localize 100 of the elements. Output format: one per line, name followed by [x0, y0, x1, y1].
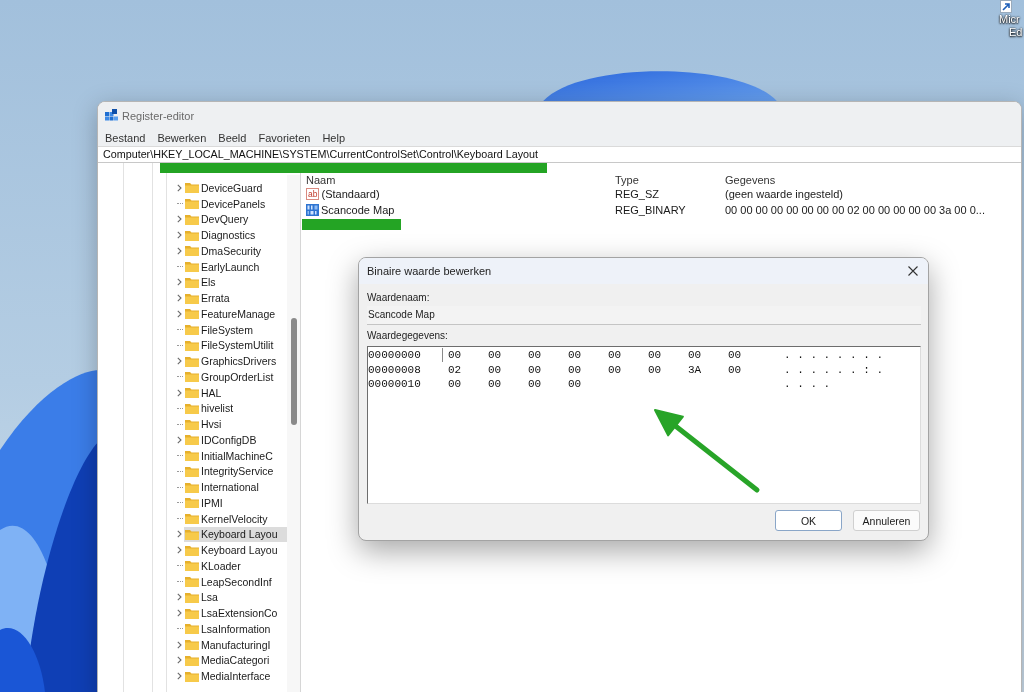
chevron-icon[interactable] [177, 294, 182, 303]
hex-byte: 00 [488, 349, 502, 362]
folder-icon [185, 591, 199, 603]
binary-type-icon [306, 204, 319, 216]
hex-byte: 00 [728, 349, 742, 362]
folder-icon [185, 497, 199, 509]
hex-byte: 00 [568, 349, 582, 362]
close-icon[interactable] [908, 266, 918, 276]
tree-item[interactable]: IPMI [184, 495, 287, 511]
tree-item[interactable]: EarlyLaunch [184, 259, 287, 275]
tree-item[interactable]: FileSystem [184, 322, 287, 338]
chevron-icon[interactable] [177, 309, 182, 318]
tree-item[interactable]: Errata [184, 290, 287, 306]
tree-item[interactable]: MediaCategori [184, 652, 287, 668]
folder-icon [185, 182, 199, 194]
folder-icon [185, 245, 199, 257]
tree-item[interactable]: DmaSecurity [184, 243, 287, 259]
tree-item[interactable]: Diagnostics [184, 227, 287, 243]
folder-icon [185, 213, 199, 225]
chevron-icon[interactable] [177, 435, 182, 444]
hex-byte: 00 [728, 363, 742, 376]
menu-item[interactable]: Bewerken [157, 131, 207, 144]
hex-byte: 00 [448, 378, 462, 391]
folder-icon [185, 198, 199, 210]
tree-item[interactable]: LeapSecondInf [184, 574, 287, 590]
dialog-button[interactable]: OK [775, 510, 842, 531]
folder-icon [185, 418, 199, 430]
tree-item[interactable]: hivelist [184, 400, 287, 416]
tree-item[interactable]: GroupOrderList [184, 369, 287, 385]
tree-item[interactable]: Keyboard Layou [184, 526, 287, 542]
tree-item[interactable]: DevQuery [184, 211, 287, 227]
chevron-icon[interactable] [177, 357, 182, 366]
field-label: Waardegegevens: [367, 330, 448, 341]
tree-item[interactable]: KLoader [184, 558, 287, 574]
tree-item[interactable]: Hvsi [184, 416, 287, 432]
tree-item[interactable]: MediaInterface [184, 668, 287, 684]
menu-item[interactable]: Beeld [218, 131, 247, 144]
tree-item[interactable]: FileSystemUtilit [184, 337, 287, 353]
hex-editor-field[interactable]: 00000000 00 00 00 00 00 00 00 00 . . . . . . . . 00000008 02 00 00 00 00 00 3A 00 . . . . . . : . 00000010 00 00 00 00 . . . . [367, 346, 921, 504]
value-type: REG_SZ [615, 188, 660, 200]
hex-byte: 00 [568, 378, 582, 391]
tree-item[interactable]: Keyboard Layou [184, 542, 287, 558]
chevron-icon[interactable] [177, 546, 182, 555]
folder-icon [185, 434, 199, 446]
chevron-icon[interactable] [177, 530, 182, 539]
tree-item[interactable]: IntegrityService [184, 463, 287, 479]
tree-item[interactable]: InitialMachineC [184, 448, 287, 464]
folder-icon [185, 371, 199, 383]
tree-item[interactable]: GraphicsDrivers [184, 353, 287, 369]
value-name[interactable]: Scancode Map [321, 204, 395, 216]
tree-item[interactable]: DevicePanels [184, 196, 287, 212]
tree-item[interactable]: ManufacturingI [184, 637, 287, 653]
address-field[interactable]: Computer\HKEY_LOCAL_MACHINE\SYSTEM\CurrentControlSet\Control\Keyboard Layout [98, 146, 1021, 163]
menu-item[interactable]: Favorieten [258, 131, 311, 144]
tree-item[interactable]: Lsa [184, 589, 287, 605]
hex-byte: 02 [448, 363, 462, 376]
folder-icon [185, 324, 199, 336]
scrollbar-track[interactable] [287, 175, 300, 692]
chevron-icon[interactable] [177, 593, 182, 602]
tree-item[interactable]: KernelVelocity [184, 511, 287, 527]
chevron-icon[interactable] [177, 278, 182, 287]
tree-item[interactable]: International [184, 479, 287, 495]
chevron-icon[interactable] [177, 215, 182, 224]
chevron-icon[interactable] [177, 656, 182, 665]
chevron-icon[interactable] [177, 231, 182, 240]
column-header[interactable]: Type [615, 174, 639, 186]
menu-item[interactable]: Bestand [105, 131, 146, 144]
folder-icon [185, 308, 199, 320]
tree-item[interactable]: LsaExtensionCo [184, 605, 287, 621]
tree-item[interactable]: HAL [184, 385, 287, 401]
hex-offset: 00000008 [368, 363, 422, 376]
hex-byte: 00 [608, 363, 622, 376]
chevron-icon[interactable] [177, 672, 182, 681]
tree-item[interactable]: LsaInformation [184, 621, 287, 637]
shortcut-arrow-icon[interactable] [1000, 0, 1012, 13]
chevron-icon[interactable] [177, 609, 182, 618]
column-header[interactable]: Naam [306, 174, 336, 186]
chevron-icon[interactable] [177, 183, 182, 192]
menu-item[interactable]: Help [322, 131, 346, 144]
column-header[interactable]: Gegevens [725, 174, 776, 186]
folder-icon [185, 450, 199, 462]
value-name[interactable]: (Standaard) [321, 188, 380, 200]
chevron-icon[interactable] [177, 388, 182, 397]
folder-icon [185, 639, 199, 651]
folder-icon [185, 607, 199, 619]
ascii-text: . . . . . . : . [784, 363, 884, 376]
tree-item[interactable]: IDConfigDB [184, 432, 287, 448]
chevron-icon[interactable] [177, 640, 182, 649]
folder-icon [185, 339, 199, 351]
tree-item[interactable]: DeviceGuard [184, 180, 287, 196]
tree-item[interactable]: Els [184, 274, 287, 290]
hex-byte: 00 [488, 378, 502, 391]
field-label: Waardenaam: [367, 292, 430, 303]
chevron-icon[interactable] [177, 246, 182, 255]
dialog-button[interactable]: Annuleren [853, 510, 920, 531]
tree-item[interactable]: FeatureManage [184, 306, 287, 322]
scrollbar-thumb[interactable] [290, 318, 297, 425]
hex-byte: 00 [688, 349, 702, 362]
folder-icon [185, 292, 199, 304]
folder-icon [185, 623, 199, 635]
